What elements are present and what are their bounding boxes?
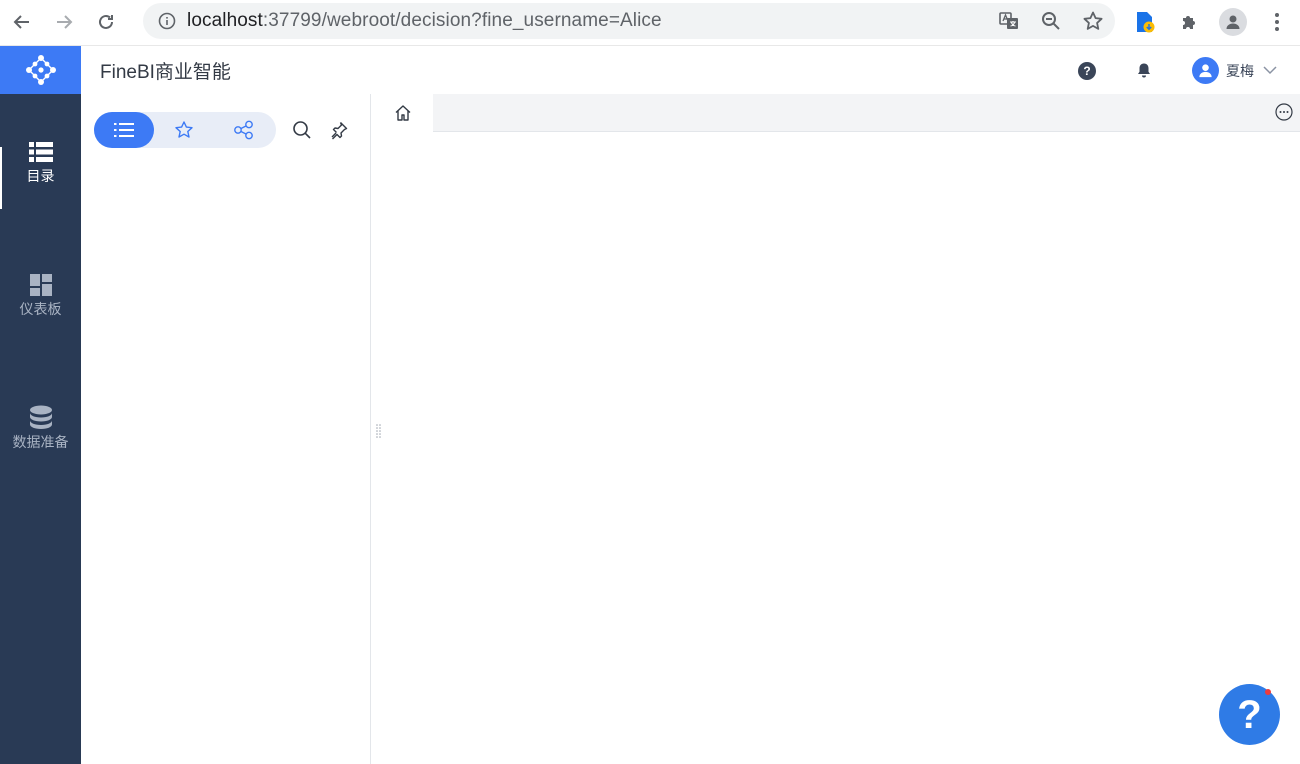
- floating-help-button[interactable]: ?: [1219, 684, 1280, 745]
- back-icon[interactable]: [0, 0, 44, 44]
- app-title: FineBI商业智能: [100, 61, 231, 83]
- url-path: :37799/webroot/decision?fine_username=Al…: [262, 10, 662, 31]
- nav-item-label: 数据准备: [12, 434, 69, 450]
- nav-item-data-prep[interactable]: 数据准备: [0, 360, 81, 460]
- main-tab-strip: [372, 94, 1300, 132]
- home-tab[interactable]: [372, 94, 433, 132]
- panel-resize-handle[interactable]: [375, 423, 383, 439]
- list-icon: [28, 138, 53, 166]
- shared-tab[interactable]: [214, 112, 274, 148]
- translate-icon[interactable]: [995, 7, 1023, 35]
- url-host: localhost: [187, 10, 263, 31]
- profile-icon[interactable]: [1218, 7, 1248, 37]
- question-mark-icon: ?: [1237, 692, 1262, 737]
- directory-list-tab[interactable]: [94, 112, 154, 148]
- star-icon: [175, 121, 193, 138]
- browser-toolbar: localhost:37799/webroot/decision?fine_us…: [0, 0, 1300, 44]
- bookmark-star-icon[interactable]: [1079, 7, 1107, 35]
- left-nav: 目录 仪表板 数据准备: [0, 94, 81, 764]
- notification-dot: [1265, 689, 1271, 695]
- nav-item-label: 目录: [26, 168, 55, 184]
- pin-icon[interactable]: [327, 118, 351, 142]
- browser-menu-icon[interactable]: [1262, 7, 1292, 37]
- site-info-icon[interactable]: [147, 12, 187, 30]
- dashboard-icon: [29, 271, 53, 299]
- nav-item-dashboard[interactable]: 仪表板: [0, 227, 81, 327]
- extension-file-icon[interactable]: [1130, 7, 1160, 37]
- share-icon: [234, 120, 253, 140]
- nav-item-label: 仪表板: [19, 301, 62, 317]
- help-icon[interactable]: ?: [1078, 61, 1096, 80]
- user-avatar[interactable]: [1192, 57, 1219, 84]
- directory-panel: [81, 94, 371, 764]
- favorites-tab[interactable]: [154, 112, 214, 148]
- forward-icon[interactable]: [42, 0, 86, 44]
- reload-icon[interactable]: [84, 0, 128, 44]
- username-label[interactable]: 夏梅: [1226, 61, 1254, 81]
- home-icon: [395, 105, 410, 121]
- app-logo[interactable]: [0, 45, 81, 95]
- finebi-logo-icon: [25, 55, 56, 85]
- list-view-icon: [114, 123, 134, 137]
- zoom-out-icon[interactable]: [1037, 7, 1065, 35]
- app-header: FineBI商业智能 ? 夏梅: [0, 45, 1300, 95]
- search-icon[interactable]: [290, 118, 314, 142]
- more-options-icon[interactable]: [1274, 102, 1294, 122]
- notification-bell-icon[interactable]: [1136, 62, 1152, 79]
- nav-item-directory[interactable]: 目录: [0, 94, 81, 209]
- url-text[interactable]: localhost:37799/webroot/decision?fine_us…: [187, 10, 662, 32]
- user-menu-chevron-down-icon[interactable]: [1262, 62, 1278, 80]
- database-icon: [29, 404, 53, 432]
- directory-view-switcher: [94, 112, 276, 148]
- address-bar[interactable]: localhost:37799/webroot/decision?fine_us…: [143, 3, 1115, 39]
- extensions-puzzle-icon[interactable]: [1174, 7, 1204, 37]
